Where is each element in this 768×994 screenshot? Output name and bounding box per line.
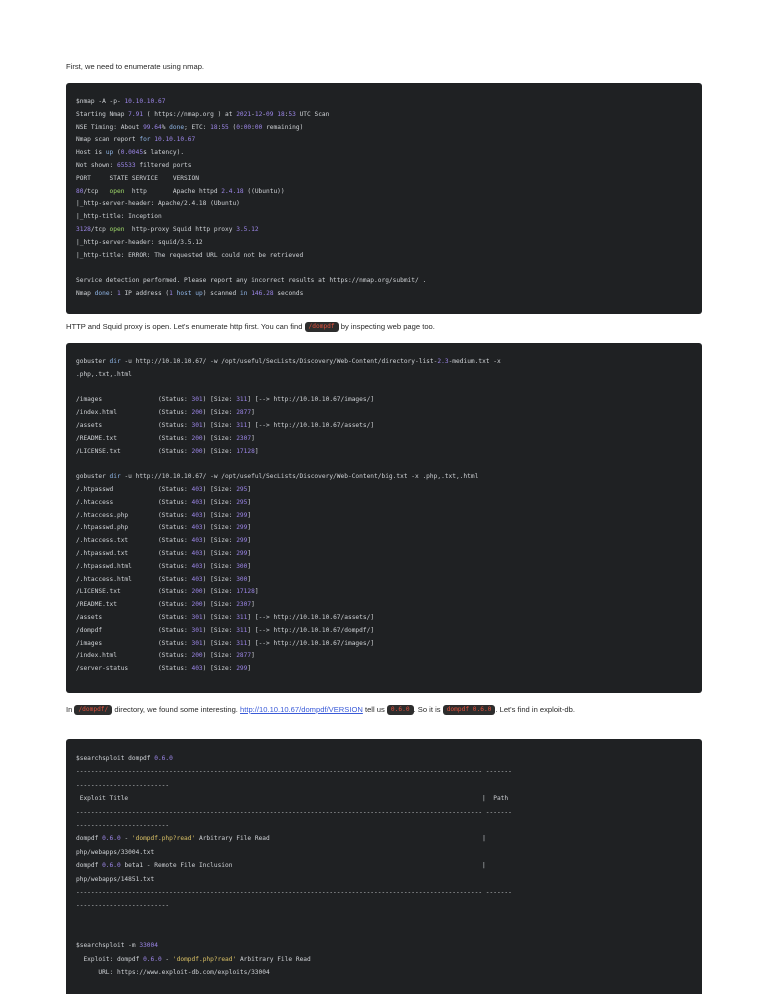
para3-text-4: . So it is bbox=[413, 705, 443, 714]
searchsploit-line: ------------------------- bbox=[76, 821, 170, 829]
gobuster-line bbox=[76, 382, 692, 395]
gobuster-line: /dompdf (Status: 301) [Size: 311] [--> h… bbox=[76, 626, 375, 634]
gobuster-line: /assets (Status: 301) [Size: 311] [--> h… bbox=[76, 421, 375, 429]
searchsploit-code-block[interactable]: $searchsploit dompdf 0.6.0 --------------… bbox=[66, 739, 702, 994]
gobuster-line: /LICENSE.txt (Status: 200) [Size: 17128] bbox=[76, 447, 259, 455]
gobuster-line: /.htaccess.txt (Status: 403) [Size: 299] bbox=[76, 537, 252, 545]
searchsploit-line bbox=[76, 913, 692, 926]
gobuster-line: /.htaccess.php (Status: 403) [Size: 299] bbox=[76, 511, 252, 519]
gobuster-line: .php,.txt,.html bbox=[76, 370, 132, 378]
searchsploit-output: $searchsploit dompdf 0.6.0 --------------… bbox=[76, 752, 692, 980]
nmap-line: |_http-title: ERROR: The requested URL c… bbox=[76, 251, 304, 259]
dompdf-inline-code: /dompdf bbox=[304, 322, 339, 332]
searchsploit-line: Exploit: dompdf 0.6.0 - 'dompdf.php?read… bbox=[76, 955, 311, 963]
gobuster-line: /.htpasswd.txt (Status: 403) [Size: 299] bbox=[76, 549, 252, 557]
searchsploit-line: ------------------------- bbox=[76, 781, 170, 789]
gobuster-line: /server-status (Status: 403) [Size: 299] bbox=[76, 665, 252, 673]
intro-paragraph: First, we need to enumerate using nmap. bbox=[66, 61, 706, 72]
dompdf-dir-inline-code: /dompdf/ bbox=[74, 705, 113, 715]
dompdf-version-paragraph: In /dompdf/ directory, we found some int… bbox=[66, 704, 706, 715]
searchsploit-line bbox=[76, 926, 692, 939]
para2-text-after: by inspecting web page too. bbox=[338, 322, 435, 331]
searchsploit-line: ----------------------------------------… bbox=[76, 808, 512, 816]
gobuster-line: /index.html (Status: 200) [Size: 2877] bbox=[76, 652, 255, 660]
nmap-line: $nmap -A -p- 10.10.10.67 bbox=[76, 98, 166, 105]
gobuster-line: /LICENSE.txt (Status: 200) [Size: 17128] bbox=[76, 588, 259, 596]
searchsploit-line: dompdf 0.6.0 - 'dompdf.php?read' Arbitra… bbox=[76, 835, 486, 843]
para3-text-2: directory, we found some interesting. bbox=[112, 705, 241, 714]
nmap-line: Nmap done: 1 IP address (1 host up) scan… bbox=[76, 289, 304, 297]
nmap-line: PORT STATE SERVICE VERSION bbox=[76, 174, 199, 182]
gobuster-line: /.htpasswd.html (Status: 403) [Size: 300… bbox=[76, 562, 252, 570]
searchsploit-line: $searchsploit dompdf 0.6.0 bbox=[76, 755, 173, 762]
nmap-line: Not shown: 65533 filtered ports bbox=[76, 161, 192, 169]
nmap-line bbox=[76, 262, 692, 275]
dompdf-version-inline-code: dompdf 0.6.0 bbox=[442, 705, 496, 715]
gobuster-line: /images (Status: 301) [Size: 311] [--> h… bbox=[76, 396, 375, 404]
intro-text: First, we need to enumerate using nmap. bbox=[66, 62, 205, 71]
nmap-line: |_http-server-header: Apache/2.4.18 (Ubu… bbox=[76, 200, 240, 208]
nmap-line: Host is up (0.0045s latency). bbox=[76, 149, 185, 157]
nmap-line: Starting Nmap 7.91 ( https://nmap.org ) … bbox=[76, 110, 330, 118]
searchsploit-line: ----------------------------------------… bbox=[76, 768, 512, 776]
nmap-line: Nmap scan report for 10.10.10.67 bbox=[76, 136, 196, 144]
nmap-output: $nmap -A -p- 10.10.10.67 Starting Nmap 7.… bbox=[76, 96, 692, 301]
nmap-line: Service detection performed. Please repo… bbox=[76, 277, 427, 285]
searchsploit-line: php/webapps/33004.txt bbox=[76, 848, 155, 856]
gobuster-line: gobuster dir -u http://10.10.10.67/ -w /… bbox=[76, 358, 501, 365]
para3-text-1: In bbox=[66, 705, 75, 714]
gobuster-line: /README.txt (Status: 200) [Size: 2307] bbox=[76, 601, 255, 609]
gobuster-line bbox=[76, 458, 692, 471]
version-inline-code: 0.6.0 bbox=[386, 705, 414, 715]
searchsploit-line: php/webapps/14851.txt bbox=[76, 875, 155, 883]
gobuster-output: gobuster dir -u http://10.10.10.67/ -w /… bbox=[76, 356, 692, 676]
nmap-line: |_http-title: Inception bbox=[76, 213, 162, 221]
para2-text-before: HTTP and Squid proxy is open. Let's enum… bbox=[66, 322, 305, 331]
searchsploit-line: Exploit Title | Path bbox=[76, 795, 509, 803]
gobuster-line: /images (Status: 301) [Size: 311] [--> h… bbox=[76, 639, 375, 647]
gobuster-line: /.htpasswd.php (Status: 403) [Size: 299] bbox=[76, 524, 252, 532]
searchsploit-line: ----------------------------------------… bbox=[76, 888, 512, 896]
gobuster-line: /index.html (Status: 200) [Size: 2877] bbox=[76, 409, 255, 417]
nmap-line: 80/tcp open http Apache httpd 2.4.18 ((U… bbox=[76, 187, 285, 195]
version-link[interactable]: http://10.10.10.67/dompdf/VERSION bbox=[240, 705, 363, 714]
gobuster-line: /README.txt (Status: 200) [Size: 2307] bbox=[76, 434, 255, 442]
nmap-line: 3128/tcp open http-proxy Squid http prox… bbox=[76, 225, 259, 233]
searchsploit-line: dompdf 0.6.0 beta1 - Remote File Inclusi… bbox=[76, 862, 486, 870]
nmap-code-block[interactable]: $nmap -A -p- 10.10.10.67 Starting Nmap 7.… bbox=[66, 83, 702, 314]
searchsploit-line: ------------------------- bbox=[76, 902, 170, 910]
searchsploit-line: $searchsploit -m 33004 bbox=[76, 942, 158, 950]
para3-text-5: . Let's find in exploit-db. bbox=[495, 705, 575, 714]
para3-text-3: tell us bbox=[362, 705, 387, 714]
gobuster-line: /.htaccess (Status: 403) [Size: 295] bbox=[76, 498, 252, 506]
gobuster-line: /.htaccess.html (Status: 403) [Size: 300… bbox=[76, 575, 252, 583]
searchsploit-line: URL: https://www.exploit-db.com/exploits… bbox=[76, 969, 270, 977]
nmap-line: |_http-server-header: squid/3.5.12 bbox=[76, 238, 203, 246]
gobuster-line: /.htpasswd (Status: 403) [Size: 295] bbox=[76, 485, 252, 493]
http-squid-paragraph: HTTP and Squid proxy is open. Let's enum… bbox=[66, 321, 706, 332]
gobuster-line: /assets (Status: 301) [Size: 311] [--> h… bbox=[76, 613, 375, 621]
gobuster-code-block[interactable]: gobuster dir -u http://10.10.10.67/ -w /… bbox=[66, 343, 702, 693]
gobuster-line: gobuster dir -u http://10.10.10.67/ -w /… bbox=[76, 473, 479, 481]
nmap-line: NSE Timing: About 99.64% done; ETC: 18:5… bbox=[76, 123, 304, 131]
